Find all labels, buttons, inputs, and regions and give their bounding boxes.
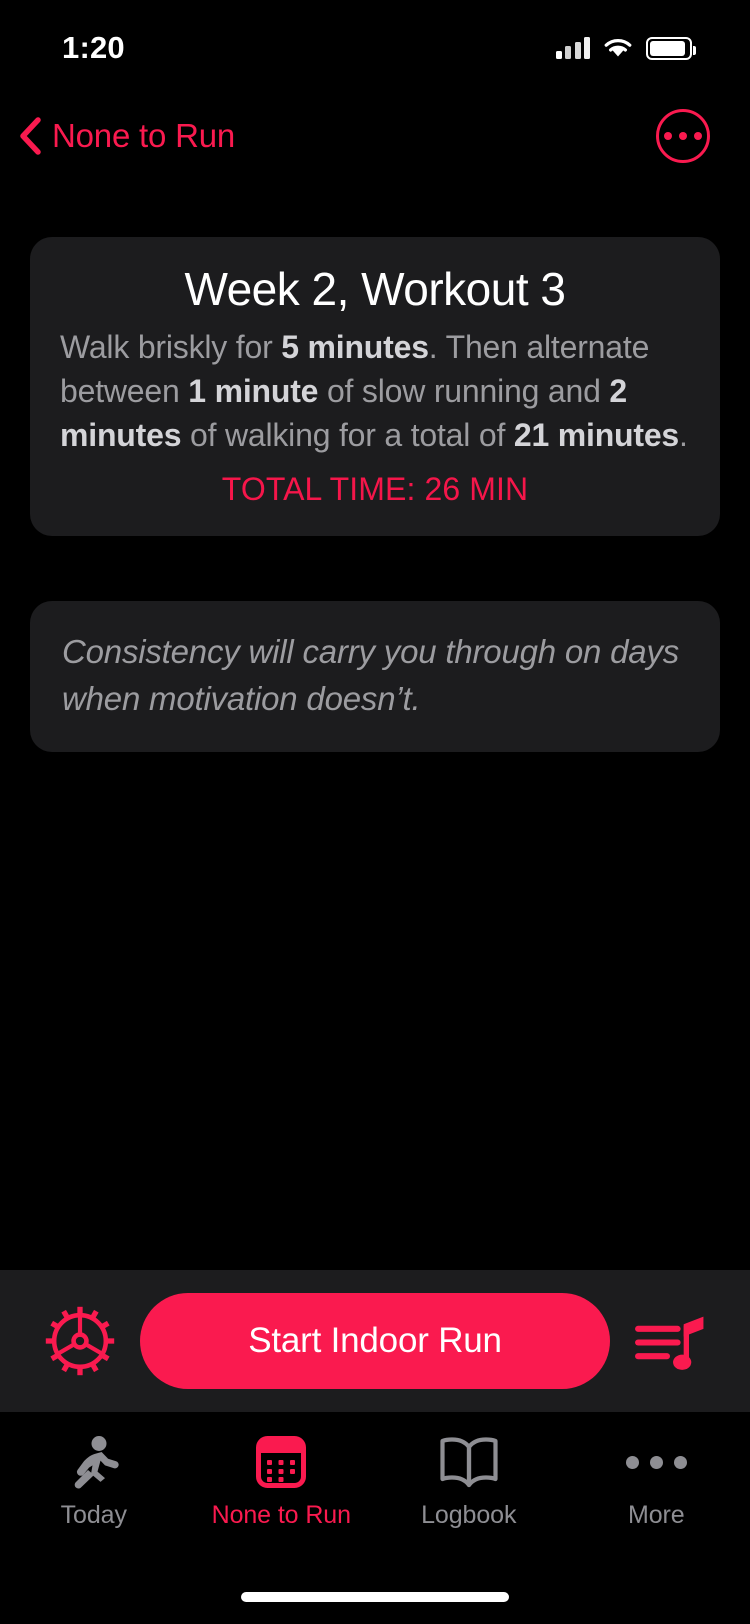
tab-none-to-run-label: None to Run bbox=[211, 1501, 351, 1529]
app-screen: 1:20 None to Run Week 2, Workout 3 Walk … bbox=[0, 0, 750, 1624]
workout-card: Week 2, Workout 3 Walk briskly for 5 min… bbox=[30, 237, 720, 537]
tab-today-label: Today bbox=[60, 1501, 127, 1529]
workout-description-text: of walking for a total of bbox=[181, 416, 514, 453]
dot bbox=[694, 132, 702, 140]
start-indoor-run-label: Start Indoor Run bbox=[248, 1321, 502, 1360]
tab-today[interactable]: Today bbox=[0, 1434, 188, 1530]
back-button[interactable]: None to Run bbox=[16, 116, 235, 156]
battery-icon bbox=[646, 36, 696, 60]
music-playlist-icon bbox=[635, 1316, 704, 1370]
dot bbox=[649, 1455, 663, 1469]
workout-description-text: Walk briskly for bbox=[60, 328, 282, 365]
status-time: 1:20 bbox=[62, 30, 125, 65]
workout-description-emphasis: 1 minute bbox=[188, 372, 319, 409]
dot bbox=[664, 132, 672, 140]
cellular-signal-icon bbox=[555, 37, 590, 59]
main-content: Week 2, Workout 3 Walk briskly for 5 min… bbox=[0, 180, 750, 752]
workout-title: Week 2, Workout 3 bbox=[184, 263, 566, 315]
workout-settings-button[interactable] bbox=[42, 1303, 118, 1379]
workout-total-time: TOTAL TIME: 26 MIN bbox=[221, 471, 529, 508]
dot bbox=[673, 1455, 687, 1469]
navigation-bar: None to Run bbox=[0, 92, 750, 180]
tab-logbook-label: Logbook bbox=[421, 1501, 517, 1529]
tab-logbook[interactable]: Logbook bbox=[375, 1434, 563, 1530]
running-person-icon bbox=[74, 1436, 119, 1489]
status-indicators bbox=[555, 36, 696, 60]
tab-more[interactable]: More bbox=[563, 1434, 750, 1530]
music-button[interactable] bbox=[632, 1303, 708, 1379]
dot bbox=[679, 132, 687, 140]
more-options-button[interactable] bbox=[656, 109, 710, 163]
motivation-quote-text: Consistency will carry you through on da… bbox=[62, 633, 680, 717]
workout-description-text: of slow running and bbox=[318, 372, 610, 409]
open-book-icon bbox=[440, 1437, 498, 1488]
tab-logbook-icon-wrap bbox=[439, 1434, 499, 1490]
ellipsis-icon bbox=[625, 1455, 687, 1469]
tab-none-to-run[interactable]: None to Run bbox=[188, 1434, 376, 1530]
workout-description: Walk briskly for 5 minutes. Then alterna… bbox=[60, 326, 690, 457]
calendar-icon bbox=[256, 1436, 307, 1488]
motivation-quote-card: Consistency will carry you through on da… bbox=[30, 601, 720, 752]
wifi-icon bbox=[604, 39, 632, 57]
back-button-label: None to Run bbox=[52, 117, 236, 154]
chevron-left-icon bbox=[20, 117, 41, 155]
action-bar: Start Indoor Run bbox=[0, 1270, 750, 1412]
tab-more-icon-wrap bbox=[625, 1434, 687, 1490]
workout-description-emphasis: 5 minutes bbox=[281, 328, 429, 365]
workout-description-text: . bbox=[679, 416, 688, 453]
tab-none-to-run-icon-wrap bbox=[256, 1434, 307, 1490]
gear-icon bbox=[45, 1306, 115, 1376]
status-bar: 1:20 bbox=[0, 0, 750, 92]
tab-bar: Today None to Run Logbook More bbox=[0, 1412, 750, 1624]
home-indicator bbox=[241, 1592, 509, 1602]
dot bbox=[625, 1455, 639, 1469]
tab-more-label: More bbox=[627, 1501, 685, 1529]
tab-today-icon-wrap bbox=[68, 1434, 120, 1490]
start-indoor-run-button[interactable]: Start Indoor Run bbox=[140, 1293, 610, 1389]
workout-description-emphasis: 21 minutes bbox=[513, 416, 680, 453]
